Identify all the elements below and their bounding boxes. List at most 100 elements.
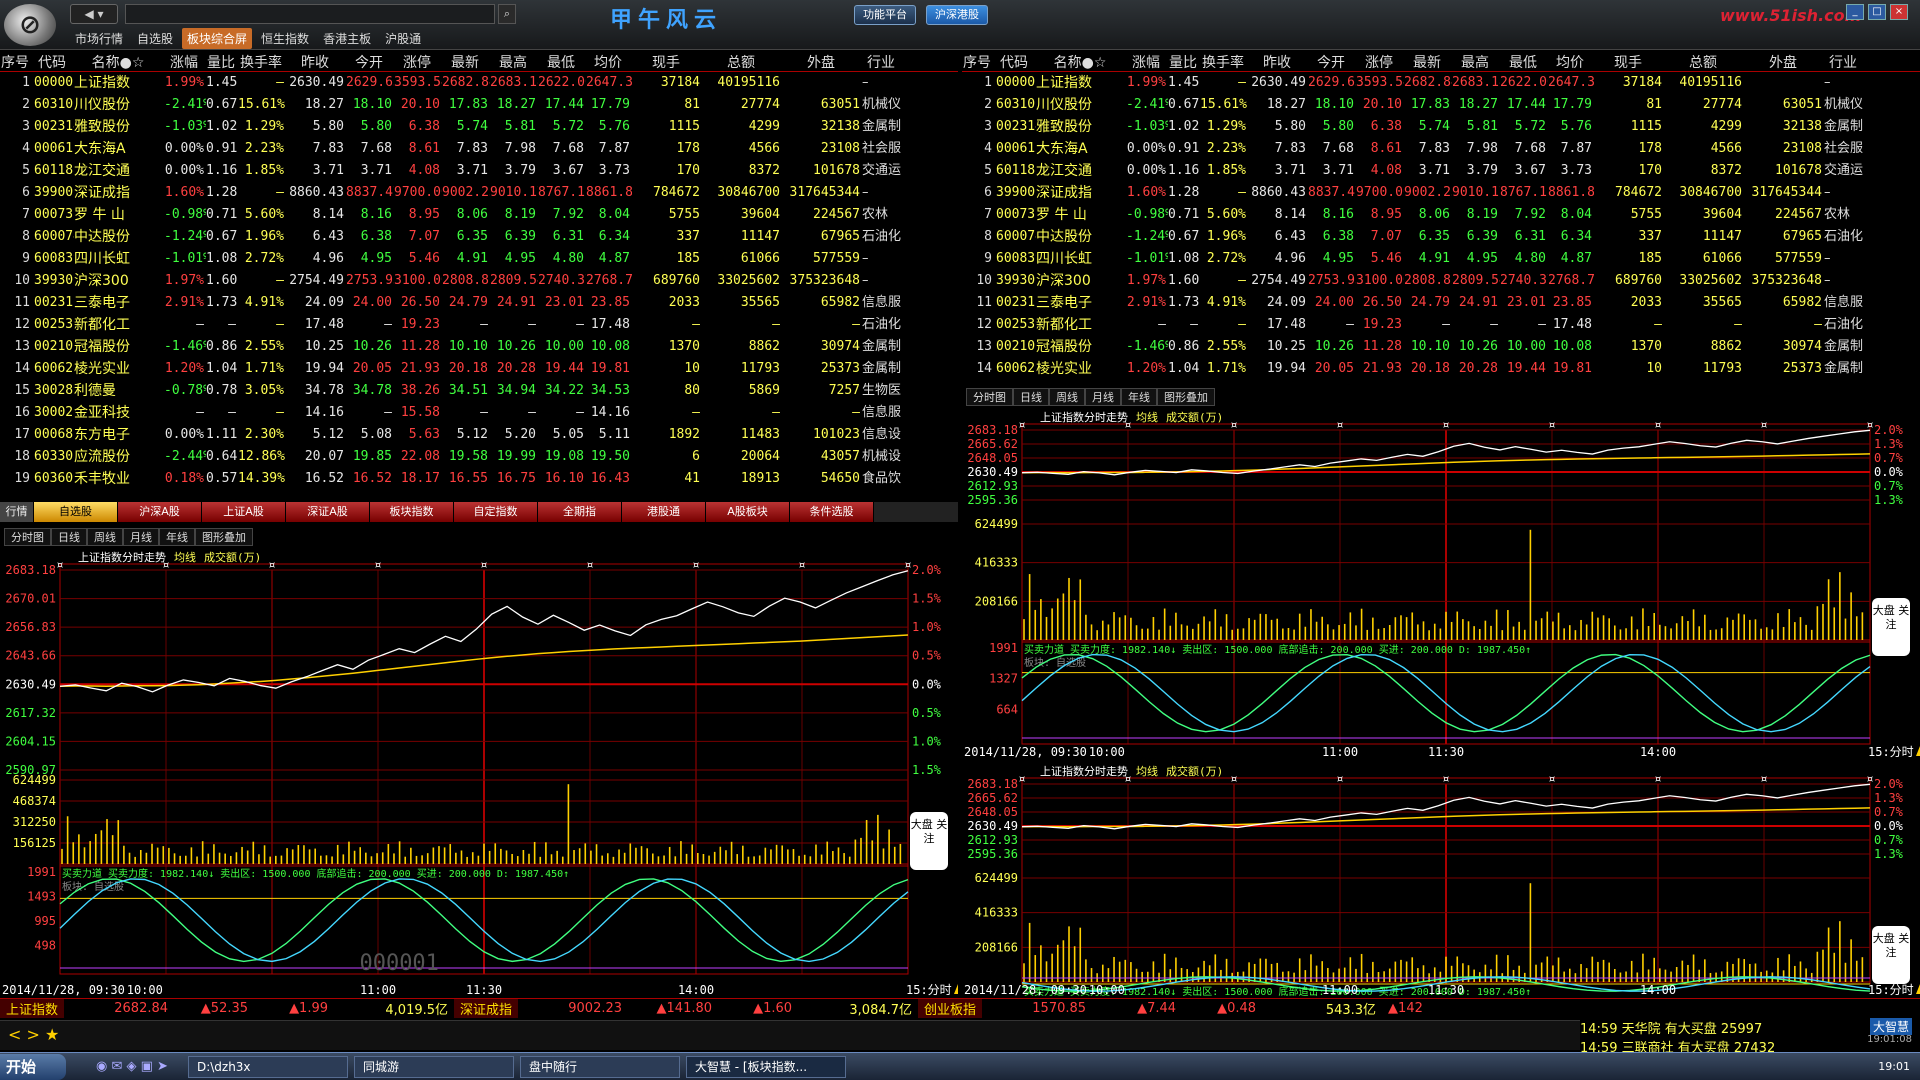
close-icon[interactable]: ×: [1890, 4, 1908, 20]
menu-sector-screen[interactable]: 板块综合屏: [182, 28, 253, 49]
table-row[interactable]: 14 600629棱光实业 1.20%1.04 1.71% 19.94 20.05 21.9…: [962, 358, 1920, 380]
tab-hushen-a[interactable]: 沪深A股: [118, 502, 202, 522]
column-header[interactable]: 今开: [346, 52, 394, 71]
column-header[interactable]: 换手率: [238, 52, 286, 71]
column-header[interactable]: 量比: [206, 52, 238, 71]
table-row[interactable]: 12002539新都化工–––17.48–19.23–––17.48–––石油化: [962, 314, 1920, 336]
column-header[interactable]: 涨幅: [164, 52, 206, 71]
table-row[interactable]: 7 000735罗 牛 山 -0.98%0.71 5.60% 8.14 8.16 8.95 8…: [962, 204, 1920, 226]
sh-index-label[interactable]: 上证指数: [0, 999, 65, 1018]
table-row[interactable]: 3 002314雅致股份 -1.03%1.02 1.29% 5.80 5.80 6.38 5.…: [0, 116, 958, 138]
market-focus-bubble[interactable]: 大盘 关注: [1872, 926, 1910, 984]
column-header[interactable]: 最高: [490, 52, 538, 71]
tab-a-sector[interactable]: A股板块: [706, 502, 790, 522]
intraday-chart-main[interactable]: 上证指数分时走势 均线 成交额(万)¤ ¤ ¤ ¤ ¤ ¤ ¤ ¤ ¤2683.18 2.0%2670…: [0, 548, 958, 998]
column-header[interactable]: 均价: [1548, 52, 1594, 71]
table-row[interactable]: 17 000682东方电子 0.00%1.11 2.30% 5.12 5.08 5.63 5.…: [0, 424, 958, 446]
column-header[interactable]: 最低: [538, 52, 586, 71]
column-header[interactable]: 换手率: [1200, 52, 1248, 71]
column-header[interactable]: 今开: [1308, 52, 1356, 71]
tab-hk-connect[interactable]: 港股通: [622, 502, 706, 522]
tab-intraday[interactable]: 分时图: [4, 528, 51, 546]
task-explorer[interactable]: D:\dzh3x: [187, 1055, 348, 1078]
column-header[interactable]: 涨幅: [1126, 52, 1168, 71]
hushen-button[interactable]: 沪深港股: [926, 5, 988, 25]
column-header[interactable]: 名称●☆: [1036, 52, 1126, 71]
tab-daily[interactable]: 日线: [1013, 388, 1049, 406]
tab-custom-index[interactable]: 自定指数: [454, 502, 538, 522]
tab-monthly[interactable]: 月线: [1085, 388, 1121, 406]
column-header[interactable]: 名称●☆: [74, 52, 164, 71]
table-row[interactable]: 9 600839四川长虹 -1.01%1.08 2.72% 4.96 4.95 5.46 4.…: [0, 248, 958, 270]
minimize-icon[interactable]: _: [1846, 4, 1864, 20]
table-row[interactable]: 14 600629棱光实业 1.20%1.04 1.71% 19.94 20.05 21.9…: [0, 358, 958, 380]
table-row[interactable]: 2 603100川仪股份 -2.41%0.6715.61% 18.27 18.10 20.…: [0, 94, 958, 116]
column-header[interactable]: 涨停: [394, 52, 442, 71]
tab-watchlist[interactable]: 自选股: [34, 502, 118, 522]
market-focus-bubble[interactable]: 大盘 关注: [1872, 598, 1910, 656]
column-header[interactable]: 总额: [1664, 52, 1744, 71]
column-header[interactable]: 最高: [1452, 52, 1500, 71]
table-row[interactable]: 6399001深证成指1.60%1.28–8860.438837.479700.…: [962, 182, 1920, 204]
table-row[interactable]: 6399001深证成指1.60%1.28–8860.438837.479700.…: [0, 182, 958, 204]
tab-yearly[interactable]: 年线: [1121, 388, 1157, 406]
table-row[interactable]: 11 002312三泰电子 2.91%1.73 4.91% 24.09 24.00 26.5…: [962, 292, 1920, 314]
column-header[interactable]: 昨收: [1248, 52, 1308, 71]
tab-condition[interactable]: 条件选股: [790, 502, 874, 522]
maximize-icon[interactable]: □: [1868, 4, 1886, 20]
cy-index-label[interactable]: 创业板指: [918, 999, 983, 1018]
table-row[interactable]: 7 000735罗 牛 山 -0.98%0.71 5.60% 8.14 8.16 8.95 8…: [0, 204, 958, 226]
table-row[interactable]: 10399300沪深3001.97%1.60–2754.492753.93310…: [0, 270, 958, 292]
tab-sh-a[interactable]: 上证A股: [202, 502, 286, 522]
column-header[interactable]: 代码: [32, 52, 74, 71]
tab-monthly[interactable]: 月线: [123, 528, 159, 546]
table-row[interactable]: 13 002102冠福股份 -1.46%0.86 2.55% 10.25 10.26 11.…: [962, 336, 1920, 358]
task-dzh[interactable]: 大智慧 - [板块指数...: [685, 1055, 846, 1078]
column-header[interactable]: 最低: [1500, 52, 1548, 71]
intraday-chart-right-top[interactable]: 上证指数分时走势 均线 成交额(万)¤ ¤ ¤ ¤ ¤ ¤ ¤ ¤ ¤2683.18 2.0%2665…: [962, 408, 1920, 760]
search-icon[interactable]: ⌕: [498, 4, 516, 24]
table-row[interactable]: 12002539新都化工–––17.48–19.23–––17.48–––石油化: [0, 314, 958, 336]
task-tongchengyou[interactable]: 同城游: [353, 1055, 514, 1078]
tab-weekly[interactable]: 周线: [87, 528, 123, 546]
column-header[interactable]: 代码: [994, 52, 1036, 71]
column-header[interactable]: 外盘: [1744, 52, 1824, 71]
tab-daily[interactable]: 日线: [51, 528, 87, 546]
column-header[interactable]: 均价: [586, 52, 632, 71]
column-header[interactable]: 行业: [1824, 52, 1864, 71]
table-row[interactable]: 10399300沪深3001.97%1.60–2754.492753.93310…: [962, 270, 1920, 292]
column-header[interactable]: 外盘: [782, 52, 862, 71]
table-row[interactable]: 15 300289利德曼 -0.78%0.78 3.05% 34.78 34.78 38.2…: [0, 380, 958, 402]
tab-weekly[interactable]: 周线: [1049, 388, 1085, 406]
table-row[interactable]: 5 601188龙江交通 0.00%1.16 1.85% 3.71 3.71 4.08 3.7…: [962, 160, 1920, 182]
menu-hk-connect[interactable]: 沪股通: [380, 28, 426, 49]
table-row[interactable]: 2 603100川仪股份 -2.41%0.6715.61% 18.27 18.10 20.…: [962, 94, 1920, 116]
tab-sz-a[interactable]: 深证A股: [286, 502, 370, 522]
table-row[interactable]: 3 002314雅致股份 -1.03%1.02 1.29% 5.80 5.80 6.38 5.…: [962, 116, 1920, 138]
tab-overlay[interactable]: 图形叠加: [195, 528, 253, 546]
table-row[interactable]: 4 000613大东海A 0.00%0.91 2.23% 7.83 7.68 8.61 7.8…: [0, 138, 958, 160]
table-row[interactable]: 11 002312三泰电子 2.91%1.73 4.91% 24.09 24.00 26.5…: [0, 292, 958, 314]
sz-index-label[interactable]: 深证成指: [454, 999, 519, 1018]
table-row[interactable]: 18 603308应流股份 -2.44%0.6412.86% 20.07 19.85 22…: [0, 446, 958, 468]
column-header[interactable]: 现手: [632, 52, 702, 71]
column-header[interactable]: 涨停: [1356, 52, 1404, 71]
column-header[interactable]: 总额: [702, 52, 782, 71]
menu-hk-main[interactable]: 香港主板: [318, 28, 376, 49]
search-input[interactable]: [125, 4, 495, 24]
table-row[interactable]: 5 601188龙江交通 0.00%1.16 1.85% 3.71 3.71 4.08 3.7…: [0, 160, 958, 182]
tab-yearly[interactable]: 年线: [159, 528, 195, 546]
start-button[interactable]: 开始: [0, 1053, 66, 1080]
column-header[interactable]: 现手: [1594, 52, 1664, 71]
column-header[interactable]: 量比: [1168, 52, 1200, 71]
tab-sector-index[interactable]: 板块指数: [370, 502, 454, 522]
menu-market[interactable]: 市场行情: [70, 28, 128, 49]
table-row[interactable]: 9 600839四川长虹 -1.01%1.08 2.72% 4.96 4.95 5.46 4.…: [962, 248, 1920, 270]
quicklaunch-icons[interactable]: ◉ ✉ ◈ ▣ ➤: [96, 1059, 168, 1074]
table-row[interactable]: 16300028金亚科技–––14.16–15.58–––14.16–––信息服: [0, 402, 958, 424]
menu-watchlist[interactable]: 自选股: [132, 28, 178, 49]
platform-button[interactable]: 功能平台: [854, 5, 916, 25]
tab-intraday[interactable]: 分时图: [966, 388, 1013, 406]
column-header[interactable]: 行业: [862, 52, 902, 71]
table-row[interactable]: 1000001上证指数1.99%1.45–2630.492629.633593.…: [962, 72, 1920, 94]
